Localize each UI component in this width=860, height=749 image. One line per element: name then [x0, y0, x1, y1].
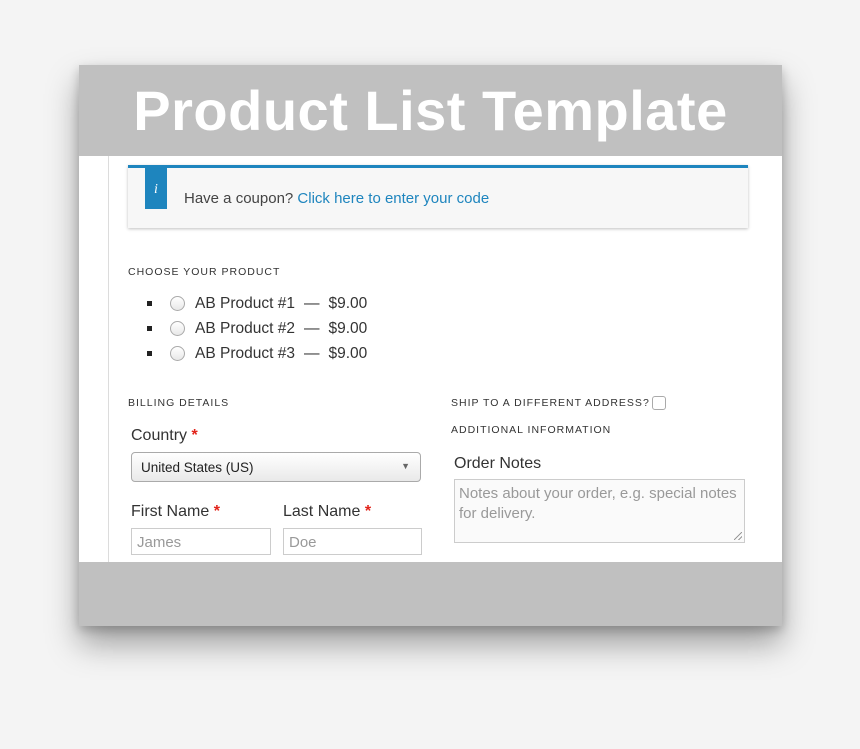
required-mark: * — [364, 503, 372, 520]
coupon-notice-text: Have a coupon? Click here to enter your … — [184, 190, 489, 207]
order-notes-label: Order Notes — [454, 455, 542, 472]
product-price: $9.00 — [328, 344, 368, 362]
first-name-label-text: First Name — [131, 503, 210, 520]
choose-product-heading: CHOOSE YOUR PRODUCT — [128, 266, 281, 278]
title-banner: Product List Template — [79, 65, 782, 156]
country-select[interactable]: United States (US) ▼ — [131, 452, 421, 482]
page-title: Product List Template — [133, 79, 728, 142]
info-icon: i — [145, 168, 167, 209]
order-notes-placeholder: Notes about your order, e.g. special not… — [459, 485, 737, 522]
product-radio[interactable] — [170, 346, 185, 361]
last-name-label: Last Name * — [283, 503, 371, 521]
country-select-value: United States (US) — [141, 460, 254, 475]
product-price: $9.00 — [328, 319, 368, 337]
product-name: AB Product #2 — [195, 319, 295, 337]
product-radio[interactable] — [170, 296, 185, 311]
checkout-card: i Have a coupon? Click here to enter you… — [79, 65, 782, 626]
coupon-notice: i Have a coupon? Click here to enter you… — [128, 165, 748, 228]
product-dash: — — [303, 319, 320, 337]
coupon-prompt: Have a coupon? — [184, 190, 298, 207]
product-price: $9.00 — [328, 294, 368, 312]
required-mark: * — [191, 427, 198, 444]
last-name-label-text: Last Name — [283, 503, 361, 520]
order-notes-textarea[interactable]: Notes about your order, e.g. special not… — [454, 479, 745, 543]
required-mark: * — [213, 503, 220, 520]
chevron-down-icon: ▼ — [401, 461, 410, 471]
billing-details-heading: BILLING DETAILS — [128, 397, 230, 409]
product-name: AB Product #1 — [195, 294, 295, 312]
product-item[interactable]: AB Product #3 — $9.00 — [147, 341, 367, 366]
footer-band — [79, 562, 782, 626]
additional-information-heading: ADDITIONAL INFORMATION — [451, 424, 612, 436]
product-item[interactable]: AB Product #1 — $9.00 — [147, 291, 367, 316]
product-dash: — — [303, 344, 320, 362]
last-name-input[interactable]: Doe — [283, 528, 422, 555]
product-radio[interactable] — [170, 321, 185, 336]
page-left-border — [108, 156, 109, 562]
product-item[interactable]: AB Product #2 — $9.00 — [147, 316, 367, 341]
country-label-text: Country — [131, 427, 188, 444]
bullet-icon — [147, 351, 152, 356]
ship-different-address-checkbox[interactable] — [652, 396, 666, 410]
country-label: Country * — [131, 427, 198, 445]
resize-grip-icon[interactable] — [734, 532, 742, 540]
first-name-input[interactable]: James — [131, 528, 271, 555]
bullet-icon — [147, 326, 152, 331]
bullet-icon — [147, 301, 152, 306]
product-dash: — — [303, 294, 320, 312]
coupon-link[interactable]: Click here to enter your code — [297, 190, 489, 207]
product-list: AB Product #1 — $9.00 AB Product #2 — $9… — [147, 291, 367, 366]
first-name-label: First Name * — [131, 503, 220, 521]
product-name: AB Product #3 — [195, 344, 295, 362]
ship-different-address-label: SHIP TO A DIFFERENT ADDRESS? — [451, 397, 650, 409]
